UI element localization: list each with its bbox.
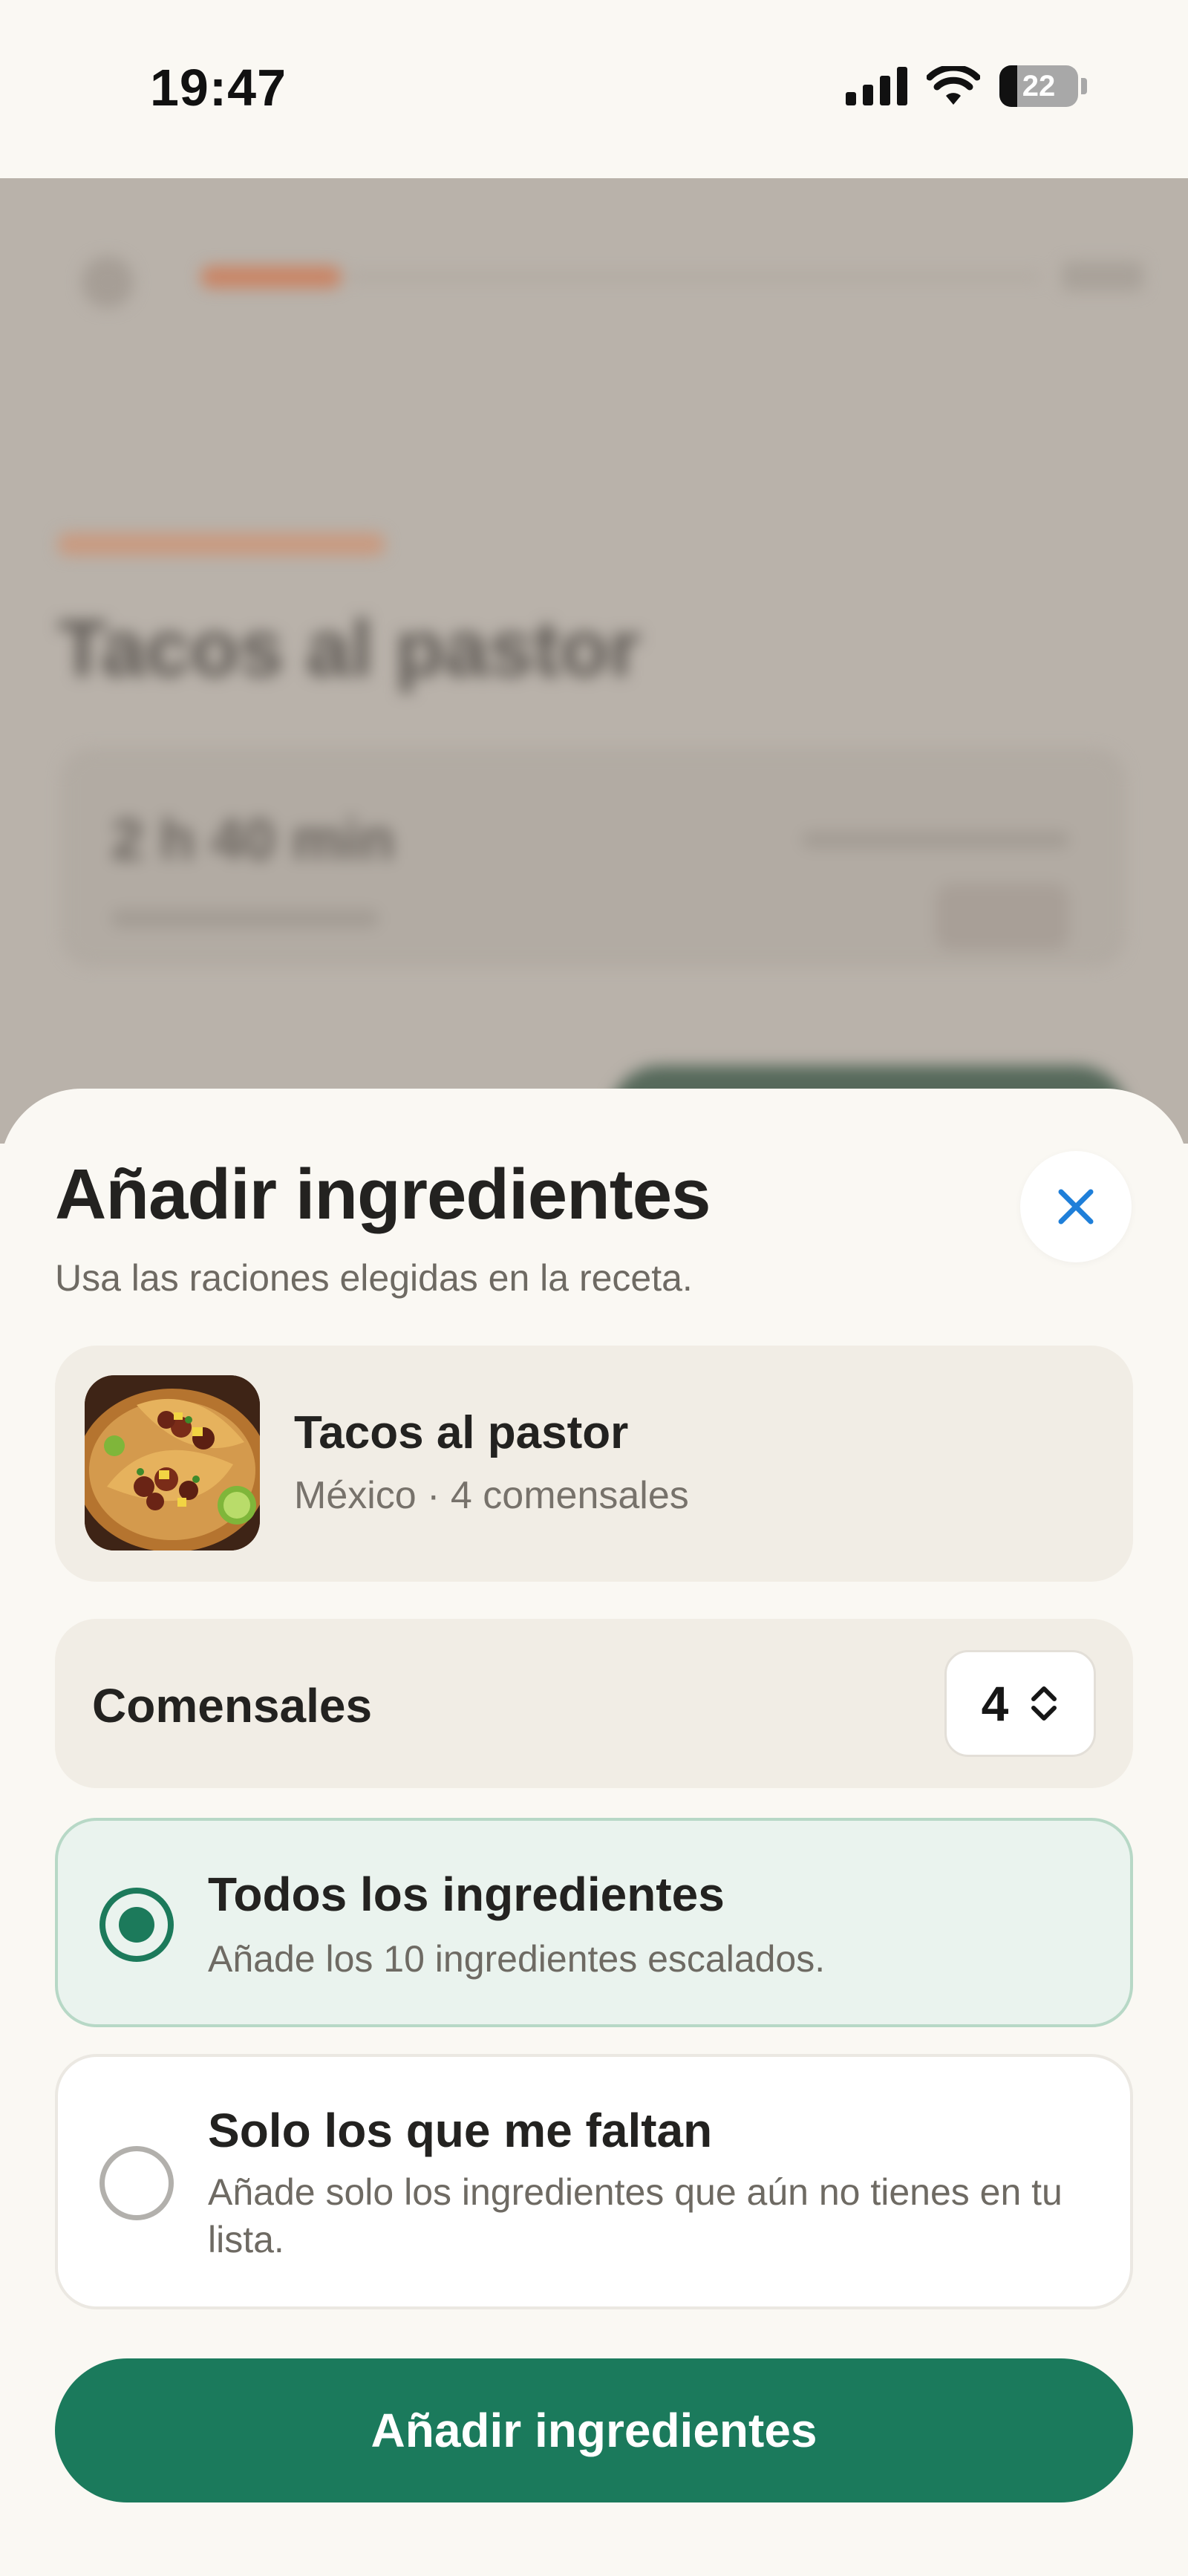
- radio-unselected[interactable]: [99, 2146, 174, 2220]
- diners-row: Comensales 4: [55, 1619, 1133, 1788]
- status-time: 19:47: [150, 59, 287, 117]
- tacos-image: [85, 1375, 260, 1551]
- option-missing-ingredients[interactable]: Solo los que me faltan Añade solo los in…: [55, 2054, 1133, 2309]
- diners-label: Comensales: [92, 1679, 373, 1732]
- recipe-thumbnail: [85, 1375, 260, 1551]
- recipe-meta: México · 4 comensales: [294, 1474, 689, 1517]
- sheet-subtitle: Usa las raciones elegidas en la receta.: [55, 1257, 693, 1299]
- add-ingredients-button[interactable]: Añadir ingredientes: [55, 2358, 1133, 2502]
- option-title: Solo los que me faltan: [208, 2104, 713, 2157]
- status-icons: 22: [846, 65, 1087, 107]
- option-all-ingredients[interactable]: Todos los ingredientes Añade los 10 ingr…: [55, 1818, 1133, 2027]
- radio-selected[interactable]: [99, 1888, 174, 1962]
- background-recipe-page: Tacos al pastor 2 h 40 min: [0, 178, 1188, 1144]
- cellular-signal-icon: [846, 67, 907, 105]
- option-description: Añade solo los ingredientes que aún no t…: [208, 2171, 1063, 2260]
- close-icon: [1058, 1189, 1094, 1225]
- background-time: 2 h 40 min: [111, 806, 395, 872]
- recipe-name: Tacos al pastor: [294, 1407, 629, 1458]
- add-ingredients-sheet: Añadir ingredientes Usa las raciones ele…: [0, 1089, 1188, 2576]
- close-button[interactable]: [1020, 1151, 1132, 1262]
- wifi-icon: [927, 66, 980, 105]
- option-title: Todos los ingredientes: [208, 1868, 725, 1921]
- battery-level: 22: [1022, 69, 1056, 102]
- recipe-card: Tacos al pastor México · 4 comensales: [55, 1346, 1133, 1582]
- diners-value: 4: [981, 1676, 1009, 1731]
- battery-icon: 22: [999, 65, 1078, 107]
- back-button: [82, 256, 134, 308]
- sheet-title: Añadir ingredientes: [55, 1155, 711, 1234]
- option-description: Añade los 10 ingredientes escalados.: [208, 1938, 826, 1980]
- status-bar: 19:47 22: [0, 0, 1188, 178]
- chevron-up-down-icon: [1031, 1686, 1057, 1721]
- diners-stepper[interactable]: 4: [944, 1650, 1096, 1757]
- screen: 19:47 22 Tacos al pastor 2 h 40 min Añad…: [0, 0, 1188, 2576]
- background-title: Tacos al pastor: [58, 603, 641, 693]
